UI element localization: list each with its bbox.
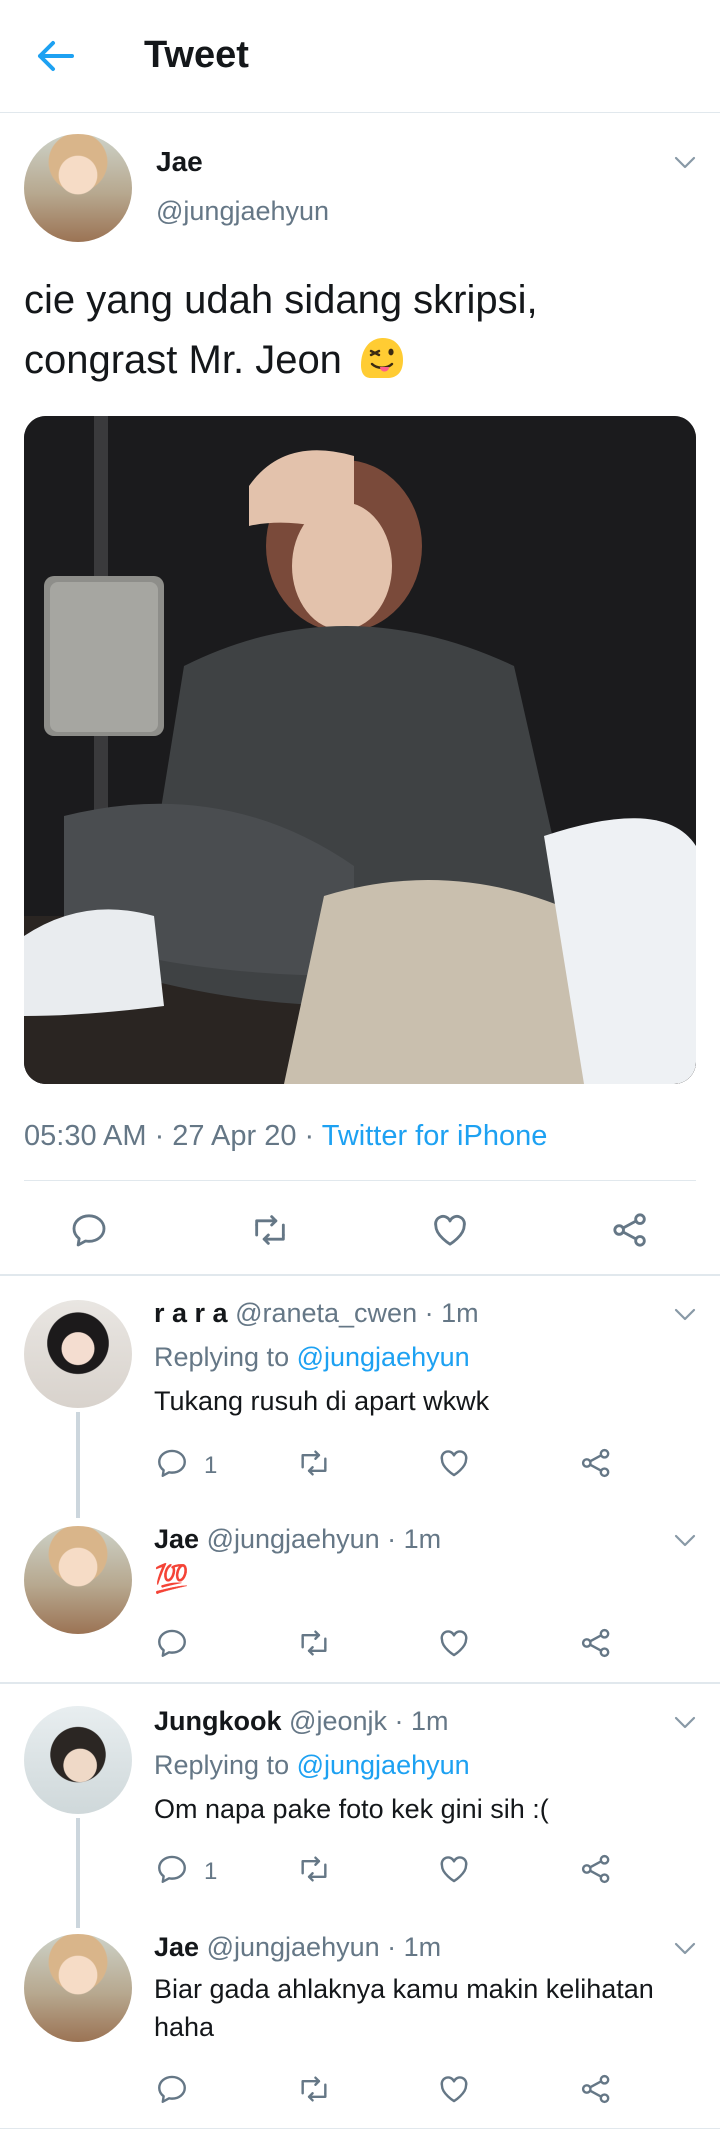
avatar[interactable]: [24, 1934, 132, 2042]
chevron-down-icon[interactable]: [674, 1308, 696, 1322]
reply-author-handle[interactable]: @jeonjk · 1m: [289, 1706, 448, 1736]
divider: [0, 2128, 720, 2129]
like-icon[interactable]: [436, 1852, 472, 1886]
like-icon[interactable]: [436, 2072, 472, 2106]
reply-header: r a r a @raneta_cwen · 1m: [154, 1298, 479, 1329]
chevron-down-icon[interactable]: [674, 1534, 696, 1548]
reply-author-handle[interactable]: @jungjaehyun · 1m: [207, 1932, 442, 1962]
share-icon[interactable]: [609, 1210, 651, 1250]
reply-icon[interactable]: [154, 2072, 190, 2106]
winking-tongue-emoji: [361, 338, 404, 378]
divider: [24, 1180, 696, 1181]
retweet-icon[interactable]: [249, 1210, 291, 1250]
avatar[interactable]: [24, 1300, 132, 1408]
reply-text: 💯: [154, 1563, 189, 1594]
avatar[interactable]: [24, 134, 132, 242]
chevron-down-icon[interactable]: [674, 156, 696, 170]
like-icon[interactable]: [429, 1210, 471, 1250]
tweet-body: cie yang udah sidang skripsi, congrast M…: [24, 278, 538, 382]
replying-to-link[interactable]: @jungjaehyun: [297, 1342, 470, 1372]
replying-to-link[interactable]: @jungjaehyun: [297, 1750, 470, 1780]
like-icon[interactable]: [436, 1446, 472, 1480]
share-icon[interactable]: [578, 1446, 614, 1480]
top-app-bar: [0, 0, 720, 113]
share-icon[interactable]: [578, 1626, 614, 1660]
retweet-icon[interactable]: [296, 1852, 332, 1886]
avatar[interactable]: [24, 1526, 132, 1634]
reply-text: Biar gada ahlaknya kamu makin kelihatan …: [154, 1974, 654, 2042]
reply-icon[interactable]: [68, 1210, 110, 1250]
reply-count: 1: [204, 1858, 218, 1885]
thread-line: [76, 1818, 80, 1928]
divider: [0, 1682, 720, 1684]
reply-author-name[interactable]: Jae: [154, 1932, 199, 1962]
tweet-metadata: 05:30 AM · 27 Apr 20 · Twitter for iPhon…: [24, 1120, 547, 1153]
reply-author-name[interactable]: r a r a: [154, 1298, 228, 1328]
page-title: Tweet: [144, 34, 249, 76]
avatar[interactable]: [24, 1706, 132, 1814]
reply-icon[interactable]: [154, 1852, 190, 1886]
tweet-photo[interactable]: [24, 416, 696, 1084]
tweet-source[interactable]: Twitter for iPhone: [322, 1120, 548, 1152]
reply-author-handle[interactable]: @raneta_cwen · 1m: [235, 1298, 479, 1328]
chevron-down-icon[interactable]: [674, 1942, 696, 1956]
author-name[interactable]: Jae: [156, 146, 203, 178]
replying-to: Replying to @jungjaehyun: [154, 1750, 470, 1780]
tweet-text: cie yang udah sidang skripsi, congrast M…: [24, 270, 694, 390]
author-handle[interactable]: @jungjaehyun: [156, 196, 329, 227]
retweet-icon[interactable]: [296, 1626, 332, 1660]
replying-to: Replying to @jungjaehyun: [154, 1342, 470, 1372]
tweet-timestamp: 05:30 AM · 27 Apr 20 ·: [24, 1120, 322, 1152]
reply-author-name[interactable]: Jae: [154, 1524, 199, 1554]
like-icon[interactable]: [436, 1626, 472, 1660]
chevron-down-icon[interactable]: [674, 1716, 696, 1730]
divider: [0, 1274, 720, 1276]
back-arrow-icon[interactable]: [34, 36, 78, 76]
retweet-icon[interactable]: [296, 2072, 332, 2106]
reply-icon[interactable]: [154, 1626, 190, 1660]
reply-author-handle[interactable]: @jungjaehyun · 1m: [207, 1524, 442, 1554]
reply-author-name[interactable]: Jungkook: [154, 1706, 282, 1736]
share-icon[interactable]: [578, 1852, 614, 1886]
reply-icon[interactable]: [154, 1446, 190, 1480]
thread-line: [76, 1412, 80, 1518]
reply-count: 1: [204, 1452, 218, 1479]
retweet-icon[interactable]: [296, 1446, 332, 1480]
reply-text: Om napa pake foto kek gini sih :(: [154, 1794, 549, 1824]
reply-header: Jae @jungjaehyun · 1m: [154, 1524, 441, 1555]
reply-header: Jungkook @jeonjk · 1m: [154, 1706, 449, 1737]
reply-text: Tukang rusuh di apart wkwk: [154, 1386, 490, 1416]
reply-header: Jae @jungjaehyun · 1m: [154, 1932, 441, 1963]
share-icon[interactable]: [578, 2072, 614, 2106]
